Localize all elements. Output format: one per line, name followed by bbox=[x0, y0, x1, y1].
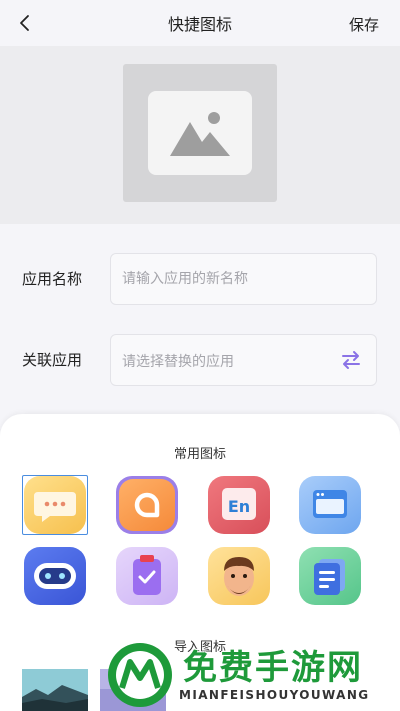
app-name-input[interactable] bbox=[110, 253, 377, 305]
save-button[interactable]: 保存 bbox=[349, 14, 379, 35]
avatar-face-icon bbox=[208, 547, 270, 605]
top-bar: 快捷图标 保存 bbox=[0, 0, 400, 46]
app-name-row: 应用名称 bbox=[0, 253, 400, 305]
icon-preview[interactable] bbox=[123, 64, 277, 202]
linked-app-placeholder: 请选择替换的应用 bbox=[122, 354, 234, 370]
clipboard-check-icon bbox=[116, 547, 178, 605]
linked-app-label: 关联应用 bbox=[22, 351, 83, 369]
linked-app-select[interactable]: 请选择替换的应用 bbox=[110, 334, 377, 386]
linked-app-row: 关联应用 请选择替换的应用 bbox=[0, 334, 400, 386]
icon-option-browser[interactable] bbox=[297, 475, 363, 535]
chat-bubble-icon bbox=[24, 476, 86, 534]
icon-option-letter-a[interactable] bbox=[114, 475, 180, 535]
robot-icon bbox=[24, 547, 86, 605]
watermark-subtitle: MIANFEISHOUYOUWANG bbox=[179, 688, 370, 702]
icon-option-notes[interactable] bbox=[297, 546, 363, 606]
english-en-icon: En bbox=[208, 476, 270, 534]
watermark-logo bbox=[108, 643, 172, 707]
icon-preview-area bbox=[0, 46, 400, 224]
icon-option-chat[interactable] bbox=[22, 475, 88, 535]
common-icons-title: 常用图标 bbox=[173, 447, 226, 462]
back-button[interactable] bbox=[14, 12, 34, 34]
notes-icon bbox=[299, 547, 361, 605]
watermark: 免费手游网 MIANFEISHOUYOUWANG bbox=[100, 638, 400, 711]
watermark-title: 免费手游网 bbox=[183, 648, 363, 688]
icon-option-english[interactable]: En bbox=[206, 475, 272, 535]
svg-text:En: En bbox=[228, 497, 250, 516]
icon-option-clipboard[interactable] bbox=[114, 546, 180, 606]
imported-image-1[interactable] bbox=[22, 669, 88, 711]
image-placeholder-icon bbox=[148, 91, 252, 175]
icon-option-robot[interactable] bbox=[22, 546, 88, 606]
chevron-left-icon bbox=[20, 15, 29, 31]
app-name-label: 应用名称 bbox=[22, 270, 83, 288]
letter-a-icon bbox=[116, 476, 178, 534]
swap-icon[interactable] bbox=[340, 350, 362, 370]
browser-window-icon bbox=[299, 476, 361, 534]
page-title: 快捷图标 bbox=[167, 15, 232, 34]
icon-option-avatar[interactable] bbox=[206, 546, 272, 606]
